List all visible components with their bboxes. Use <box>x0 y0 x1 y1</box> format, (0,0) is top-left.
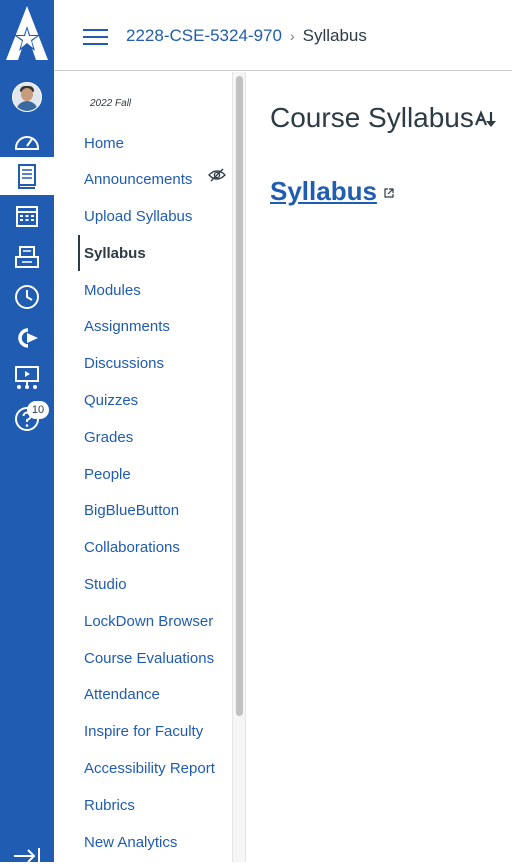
course-nav-lockdown-browser[interactable]: LockDown Browser <box>84 613 213 631</box>
course-nav-grades[interactable]: Grades <box>84 429 133 447</box>
breadcrumb-separator: › <box>289 28 295 44</box>
course-nav-new-analytics[interactable]: New Analytics <box>84 834 177 852</box>
calendar-icon <box>16 206 38 227</box>
nav-studio[interactable] <box>0 359 54 397</box>
dashboard-icon <box>15 136 39 150</box>
nav-dashboard[interactable] <box>0 122 54 160</box>
course-nav-course-evaluations[interactable]: Course Evaluations <box>84 650 214 668</box>
help-badge: 10 <box>27 401 49 419</box>
course-nav-home[interactable]: Home <box>84 135 124 153</box>
course-nav-bigbluebutton[interactable]: BigBlueButton <box>84 502 179 520</box>
breadcrumb-course-link[interactable]: 2228-CSE-5324-970 <box>126 26 282 46</box>
nav-commons[interactable] <box>0 319 54 357</box>
page-header: 2228-CSE-5324-970 › Syllabus <box>54 0 512 71</box>
course-nav-collaborations[interactable]: Collaborations <box>84 539 180 557</box>
course-nav-upload-syllabus[interactable]: Upload Syllabus <box>84 208 192 226</box>
course-nav-syllabus[interactable]: Syllabus <box>84 245 146 263</box>
presentation-icon <box>15 366 39 389</box>
collapse-nav-button[interactable] <box>14 846 42 863</box>
course-nav-announcements[interactable]: Announcements <box>84 171 192 189</box>
global-nav: 10 <box>0 0 54 863</box>
commons-icon <box>18 328 38 348</box>
course-nav-scrollbar[interactable] <box>232 72 246 862</box>
university-logo[interactable] <box>0 0 54 62</box>
clock-icon <box>15 285 39 309</box>
nav-inbox[interactable] <box>0 238 54 276</box>
collapse-arrow-icon <box>14 848 40 863</box>
hamburger-menu-button[interactable] <box>83 27 109 47</box>
page-title: Course Syllabus <box>270 102 474 133</box>
inbox-icon <box>15 246 39 268</box>
main-content: Course Syllabus Syllabus <box>246 72 512 862</box>
avatar <box>12 82 42 112</box>
course-nav-modules[interactable]: Modules <box>84 282 141 300</box>
course-nav-assignments[interactable]: Assignments <box>84 318 170 336</box>
breadcrumb-current: Syllabus <box>302 26 367 45</box>
course-nav-quizzes[interactable]: Quizzes <box>84 392 138 410</box>
book-icon <box>18 164 36 189</box>
nav-calendar[interactable] <box>0 197 54 235</box>
course-nav-rubrics[interactable]: Rubrics <box>84 797 135 815</box>
sort-az-icon[interactable] <box>474 110 497 133</box>
scrollbar-thumb[interactable] <box>236 76 243 716</box>
course-nav-inspire-for-faculty[interactable]: Inspire for Faculty <box>84 723 203 741</box>
course-term: 2022 Fall <box>90 98 132 109</box>
course-nav-attendance[interactable]: Attendance <box>84 686 160 704</box>
course-nav-discussions[interactable]: Discussions <box>84 355 164 373</box>
nav-history[interactable] <box>0 278 54 316</box>
syllabus-link[interactable]: Syllabus <box>270 176 377 207</box>
breadcrumb: 2228-CSE-5324-970 › Syllabus <box>126 26 367 46</box>
nav-courses[interactable] <box>0 157 54 195</box>
account-avatar[interactable] <box>0 78 54 116</box>
course-nav: 2022 Fall Home Announcements Upload Syll… <box>78 72 232 862</box>
course-nav-accessibility-report[interactable]: Accessibility Report <box>84 760 215 778</box>
active-indicator <box>78 235 80 271</box>
course-nav-studio[interactable]: Studio <box>84 576 127 594</box>
external-link-icon <box>384 185 394 203</box>
eye-slash-icon <box>208 168 226 187</box>
course-nav-people[interactable]: People <box>84 466 131 484</box>
